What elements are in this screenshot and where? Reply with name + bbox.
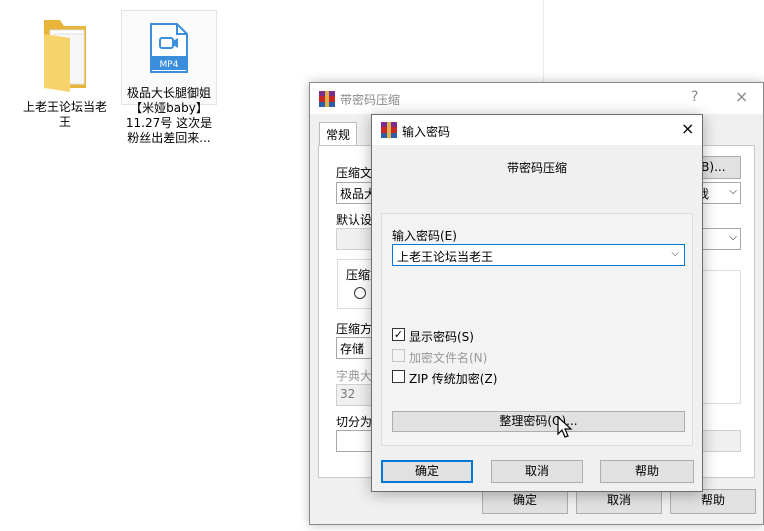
folder-icon	[44, 20, 86, 92]
help-button[interactable]: 帮助	[600, 460, 694, 483]
video-label: 极品大长腿御姐 【米娅baby】 11.27号 这次是 粉丝出差回来...	[121, 86, 217, 146]
chevron-down-icon: ⌵	[729, 232, 737, 243]
video-file-icon: MP4	[150, 23, 188, 73]
password-input-value: 上老王论坛当老王	[397, 250, 494, 264]
show-password-checkbox[interactable]: ✓	[392, 328, 405, 341]
zip-legacy-label: ZIP 传统加密(Z)	[409, 372, 498, 386]
password-group: 输入密码(E) 上老王论坛当老王 ⌵ ✓ 显示密码(S) 加密文件名(N) ZI…	[381, 213, 693, 446]
default-settings-label: 默认设	[336, 213, 373, 227]
password-dialog-title: 输入密码	[402, 125, 451, 139]
desktop-folder[interactable]: 上老王论坛当老王	[18, 14, 112, 130]
back-help-button[interactable]: 帮助	[670, 489, 756, 514]
password-input[interactable]: 上老王论坛当老王 ⌵	[392, 244, 685, 266]
back-ok-button[interactable]: 确定	[482, 489, 568, 514]
winrar-icon	[381, 122, 397, 138]
svg-text:MP4: MP4	[160, 60, 179, 70]
zip-legacy-checkbox[interactable]	[392, 370, 405, 383]
desktop-divider	[543, 0, 544, 85]
video-label-line: 11.27号 这次是	[125, 116, 213, 130]
encrypt-filenames-checkbox	[392, 349, 405, 362]
compress-file-label: 压缩文	[336, 166, 373, 180]
mouse-cursor-icon	[557, 416, 573, 438]
format-radio[interactable]	[354, 287, 366, 299]
close-icon[interactable]: ×	[681, 119, 694, 138]
password-dialog: 输入密码 × 带密码压缩 输入密码(E) 上老王论坛当老王 ⌵ ✓ 显示密码(S…	[371, 114, 703, 492]
compress-dialog-title: 带密码压缩	[340, 93, 401, 107]
password-dialog-titlebar: 输入密码 ×	[372, 115, 702, 145]
split-label: 切分为	[336, 415, 373, 429]
show-password-label: 显示密码(S)	[409, 330, 474, 344]
tab-general[interactable]: 常规	[319, 122, 358, 146]
back-cancel-button[interactable]: 取消	[576, 489, 662, 514]
winrar-icon	[319, 91, 335, 107]
folder-label: 上老王论坛当老王	[22, 100, 107, 129]
password-dialog-subtitle: 带密码压缩	[506, 161, 567, 175]
password-label: 输入密码(E)	[392, 229, 457, 243]
chevron-down-icon[interactable]: ⌵	[671, 248, 679, 259]
video-label-line: 【米娅baby】	[130, 101, 208, 115]
compress-dialog-titlebar: 带密码压缩 ? ×	[310, 83, 763, 114]
cancel-button[interactable]: 取消	[491, 460, 583, 483]
help-icon[interactable]: ?	[691, 89, 698, 105]
check-icon: ✓	[393, 328, 404, 341]
encrypt-filenames-label: 加密文件名(N)	[409, 351, 488, 365]
desktop-video-file[interactable]: MP4 极品大长腿御姐 【米娅baby】 11.27号 这次是 粉丝出差回来..…	[121, 22, 217, 146]
ok-button[interactable]: 确定	[381, 460, 473, 483]
dictionary-label: 字典大	[336, 369, 373, 383]
close-icon[interactable]: ×	[735, 87, 748, 106]
compress-method-label: 压缩方	[336, 322, 373, 336]
video-label-line: 极品大长腿御姐	[126, 86, 211, 100]
organize-passwords-button[interactable]: 整理密码(O)...	[392, 411, 685, 432]
video-label-line: 粉丝出差回来...	[127, 131, 211, 145]
chevron-down-icon: ⌵	[729, 186, 737, 197]
